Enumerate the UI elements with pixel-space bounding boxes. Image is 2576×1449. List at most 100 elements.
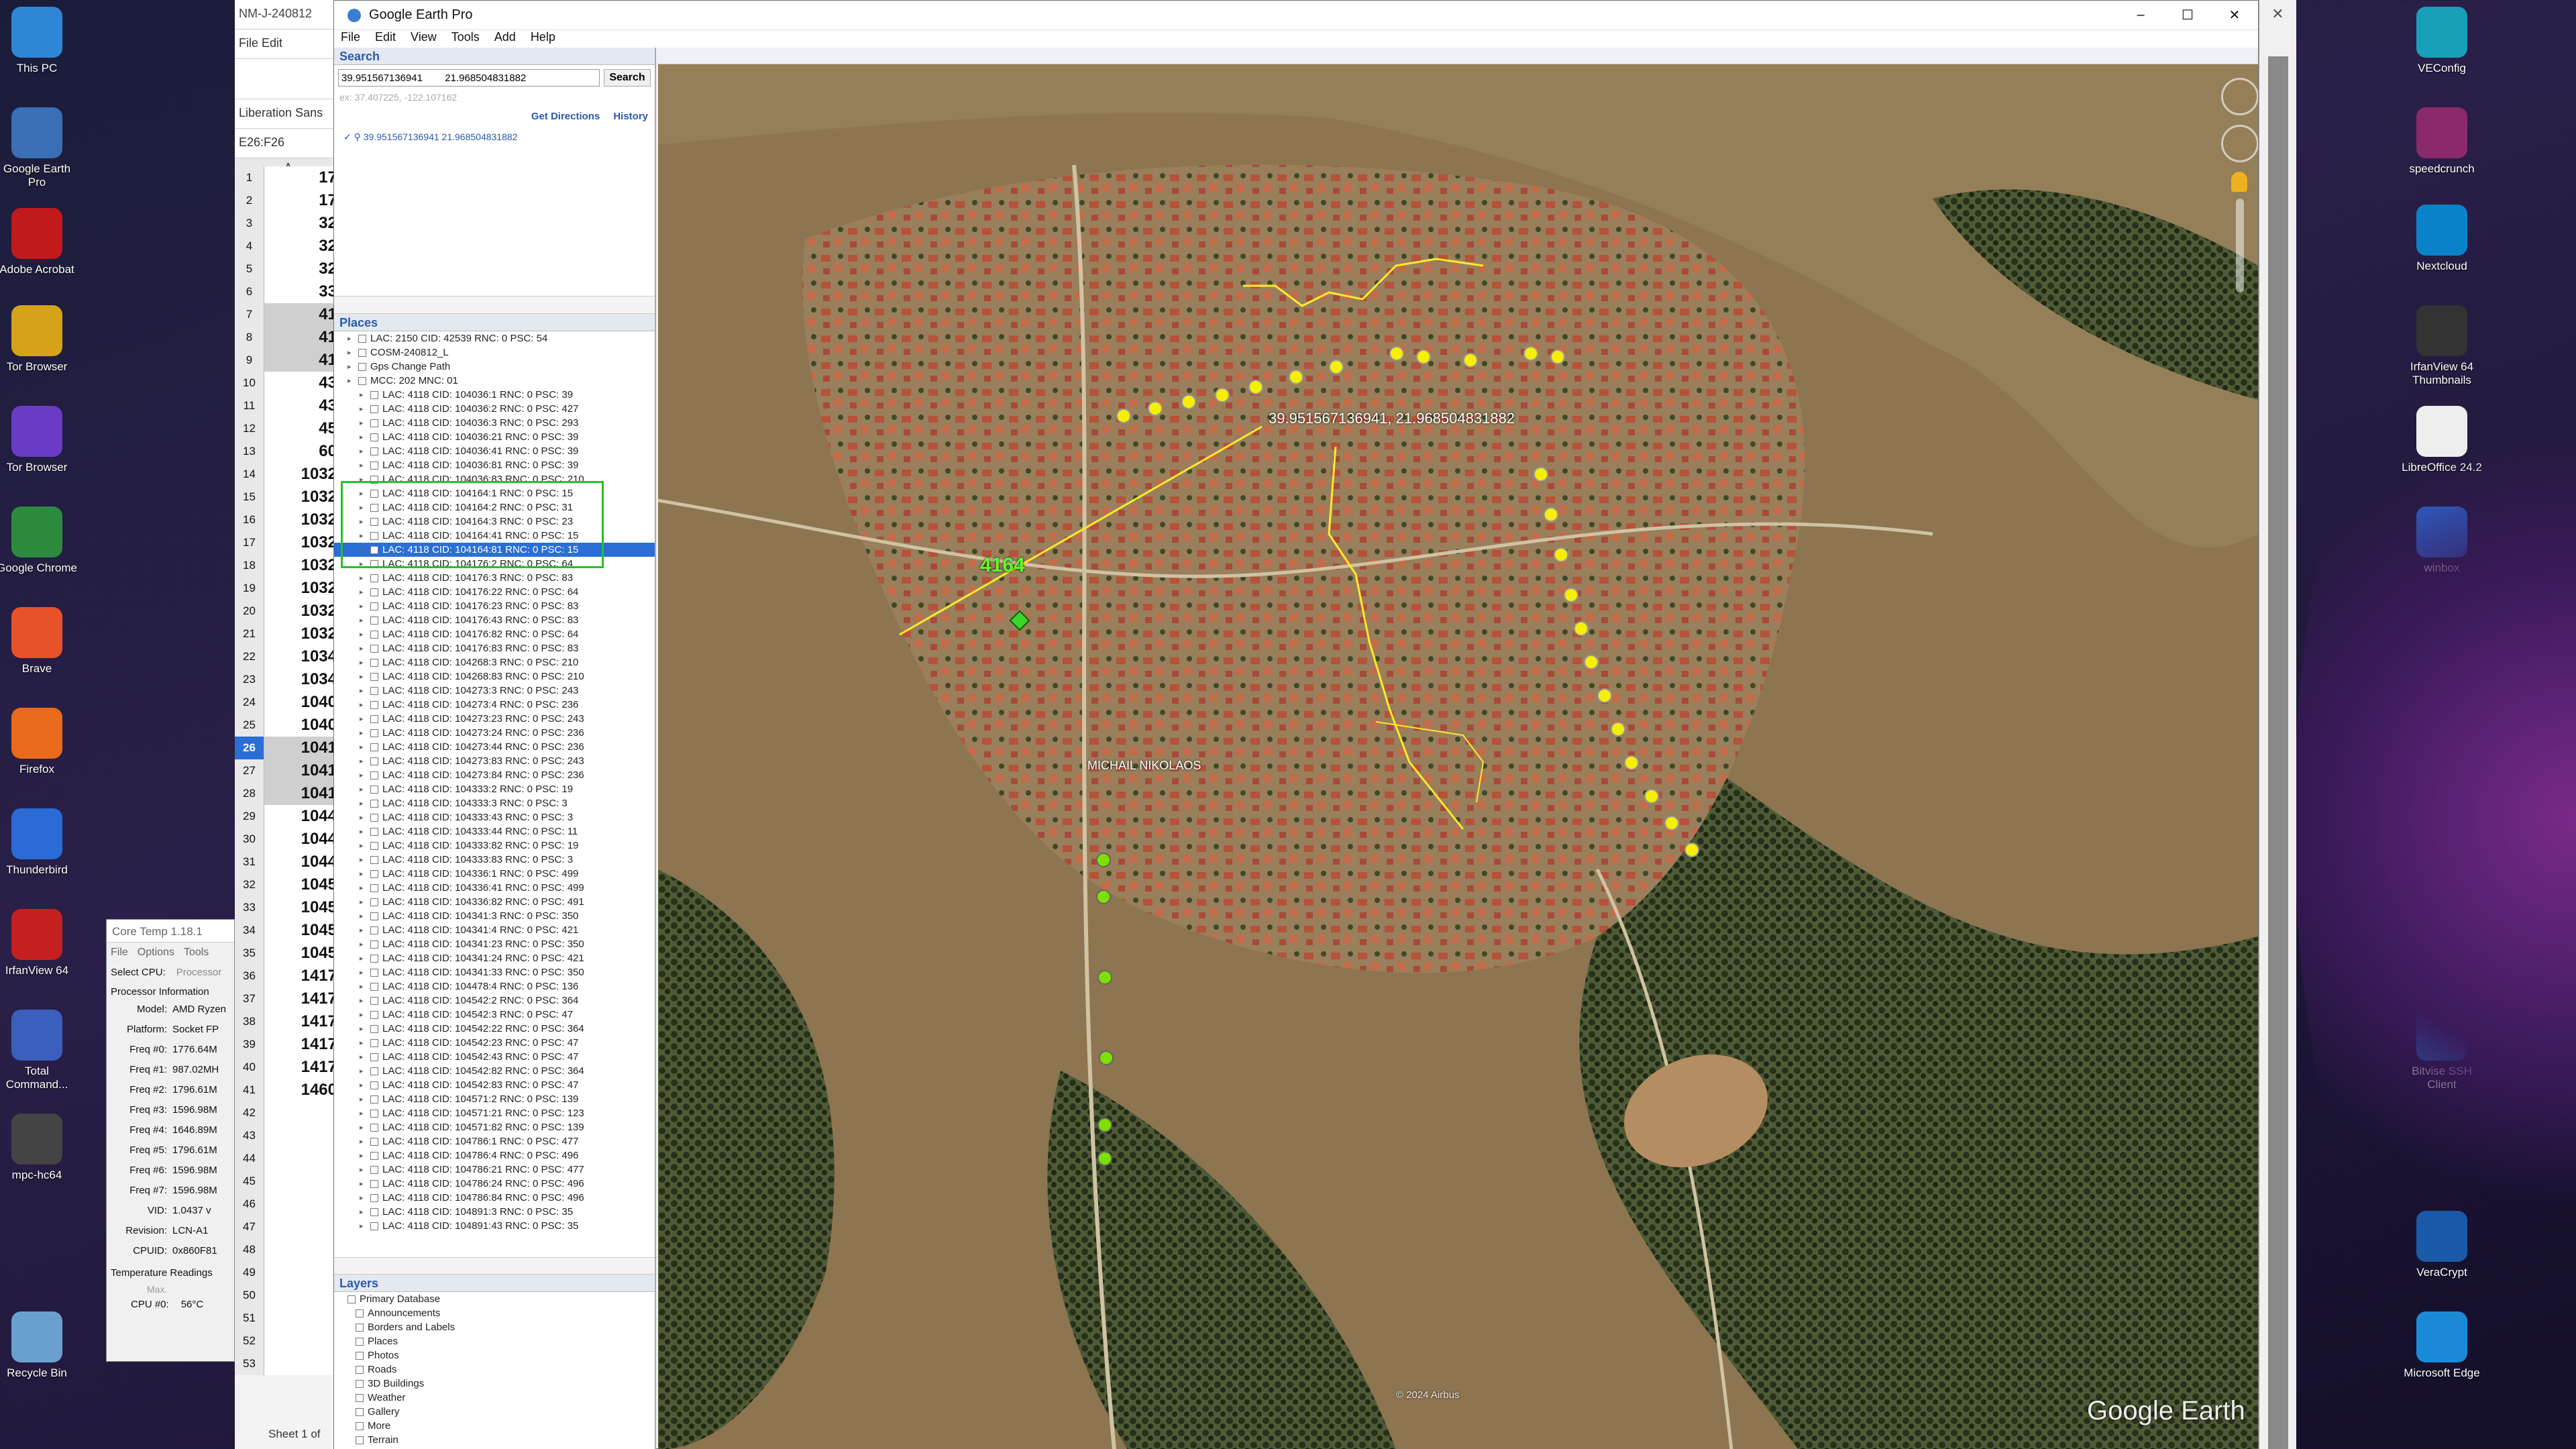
row-header[interactable]: 37: [235, 987, 264, 1010]
row-header[interactable]: 4: [235, 235, 264, 258]
desktop-icon[interactable]: Google Earth Pro: [0, 107, 80, 189]
expand-arrow-icon[interactable]: ▸: [360, 813, 366, 822]
expand-arrow-icon[interactable]: ▸: [360, 785, 366, 794]
layer-item[interactable]: Terrain: [334, 1433, 655, 1447]
places-item[interactable]: ▸ LAC: 4118 CID: 104036:21 RNC: 0 PSC: 39: [334, 430, 655, 444]
place-checkbox[interactable]: [370, 1222, 378, 1230]
layer-checkbox[interactable]: [356, 1351, 364, 1360]
desktop-icon[interactable]: Thunderbird: [0, 808, 80, 877]
cell-a[interactable]: 1034: [264, 668, 341, 691]
expand-arrow-icon[interactable]: ▸: [360, 588, 366, 596]
expand-arrow-icon[interactable]: ▸: [347, 376, 354, 385]
places-item[interactable]: ▸ LAC: 4118 CID: 104542:22 RNC: 0 PSC: 36…: [334, 1022, 655, 1036]
maximize-icon[interactable]: ☐: [2164, 7, 2211, 23]
expand-arrow-icon[interactable]: ▸: [360, 1024, 366, 1033]
cell-a[interactable]: [264, 1193, 341, 1216]
place-checkbox[interactable]: [370, 433, 378, 441]
row-header[interactable]: 38: [235, 1010, 264, 1033]
places-item[interactable]: ▸ LAC: 4118 CID: 104333:44 RNC: 0 PSC: 11: [334, 824, 655, 839]
places-item[interactable]: ▸ LAC: 4118 CID: 104164:2 RNC: 0 PSC: 31: [334, 500, 655, 515]
expand-arrow-icon[interactable]: ▸: [360, 1081, 366, 1089]
place-checkbox[interactable]: [370, 419, 378, 427]
cell-a[interactable]: 1032: [264, 600, 341, 623]
place-checkbox[interactable]: [370, 1081, 378, 1089]
row-header[interactable]: 25: [235, 714, 264, 737]
cell-a[interactable]: 1032: [264, 463, 341, 486]
desktop-icon[interactable]: Nextcloud: [2398, 205, 2485, 273]
expand-arrow-icon[interactable]: ▸: [360, 489, 366, 498]
layer-item[interactable]: Announcements: [334, 1306, 655, 1320]
place-checkbox[interactable]: [370, 982, 378, 991]
row-header[interactable]: 33: [235, 896, 264, 919]
row-header[interactable]: 50: [235, 1284, 264, 1307]
layer-checkbox[interactable]: [356, 1421, 364, 1430]
expand-arrow-icon[interactable]: ▸: [360, 503, 366, 512]
places-item[interactable]: ▸ LAC: 4118 CID: 104542:23 RNC: 0 PSC: 47: [334, 1036, 655, 1050]
row-header[interactable]: 9: [235, 349, 264, 372]
places-item[interactable]: ▸ LAC: 4118 CID: 104164:81 RNC: 0 PSC: 15: [334, 543, 655, 557]
cell-a[interactable]: 41: [264, 349, 341, 372]
row-header[interactable]: 19: [235, 577, 264, 600]
places-item[interactable]: ▸ LAC: 4118 CID: 104176:2 RNC: 0 PSC: 64: [334, 557, 655, 571]
cell-a[interactable]: 1032: [264, 623, 341, 645]
place-checkbox[interactable]: [370, 729, 378, 737]
row-header[interactable]: 24: [235, 691, 264, 714]
map-toolbar[interactable]: [658, 48, 2258, 64]
places-item[interactable]: ▸ LAC: 4118 CID: 104571:21 RNC: 0 PSC: 12…: [334, 1106, 655, 1120]
layer-item[interactable]: Places: [334, 1334, 655, 1348]
cell-a[interactable]: 33: [264, 280, 341, 303]
cell-a[interactable]: [264, 1216, 341, 1238]
places-item[interactable]: ▸ LAC: 4118 CID: 104176:23 RNC: 0 PSC: 83: [334, 599, 655, 613]
row-header[interactable]: 35: [235, 942, 264, 965]
row-header[interactable]: 47: [235, 1216, 264, 1238]
expand-arrow-icon[interactable]: ▸: [360, 419, 366, 427]
expand-arrow-icon[interactable]: ▸: [360, 447, 366, 455]
places-item[interactable]: ▸ LAC: 4118 CID: 104036:41 RNC: 0 PSC: 39: [334, 444, 655, 458]
layer-item[interactable]: Borders and Labels: [334, 1320, 655, 1334]
place-checkbox[interactable]: [370, 658, 378, 667]
track-point[interactable]: [1463, 353, 1478, 368]
row-header[interactable]: 6: [235, 280, 264, 303]
coretemp-menu-file[interactable]: File: [111, 947, 128, 959]
expand-arrow-icon[interactable]: ▸: [360, 898, 366, 906]
cell-a[interactable]: 1041: [264, 759, 341, 782]
zoom-slider[interactable]: [2236, 199, 2244, 292]
row-header[interactable]: 12: [235, 417, 264, 440]
place-checkbox[interactable]: [358, 348, 366, 357]
layer-checkbox[interactable]: [356, 1436, 364, 1444]
places-item[interactable]: ▸ LAC: 4118 CID: 104571:2 RNC: 0 PSC: 139: [334, 1092, 655, 1106]
cell-a[interactable]: 41: [264, 326, 341, 349]
row-header[interactable]: 39: [235, 1033, 264, 1056]
expand-arrow-icon[interactable]: ▸: [360, 883, 366, 892]
expand-arrow-icon[interactable]: ▸: [360, 996, 366, 1005]
calc-menu-edit[interactable]: Edit: [262, 36, 282, 50]
places-item[interactable]: ▸ MCC: 202 MNC: 01: [334, 374, 655, 388]
layer-item[interactable]: Weather: [334, 1391, 655, 1405]
place-checkbox[interactable]: [370, 1038, 378, 1047]
places-item[interactable]: ▸ LAC: 4118 CID: 104891:43 RNC: 0 PSC: 35: [334, 1219, 655, 1233]
row-header[interactable]: 7: [235, 303, 264, 326]
place-checkbox[interactable]: [370, 616, 378, 625]
places-item[interactable]: ▸ LAC: 4118 CID: 104336:41 RNC: 0 PSC: 49…: [334, 881, 655, 895]
place-checkbox[interactable]: [370, 912, 378, 920]
row-header[interactable]: 14: [235, 463, 264, 486]
track-point[interactable]: [1574, 621, 1589, 636]
layer-item[interactable]: Roads: [334, 1362, 655, 1377]
expand-arrow-icon[interactable]: ▸: [360, 1137, 366, 1146]
track-point[interactable]: [1389, 346, 1404, 361]
places-item[interactable]: ▸ LAC: 4118 CID: 104273:24 RNC: 0 PSC: 23…: [334, 726, 655, 740]
places-item[interactable]: ▸ LAC: 4118 CID: 104176:22 RNC: 0 PSC: 64: [334, 585, 655, 599]
track-point[interactable]: [1584, 655, 1599, 669]
cell-a[interactable]: 1044: [264, 851, 341, 873]
row-header[interactable]: 44: [235, 1147, 264, 1170]
expand-arrow-icon[interactable]: ▸: [360, 954, 366, 963]
place-checkbox[interactable]: [370, 700, 378, 709]
place-checkbox[interactable]: [370, 883, 378, 892]
desktop-icon[interactable]: mpc-hc64: [0, 1114, 80, 1182]
row-header[interactable]: 45: [235, 1170, 264, 1193]
places-item[interactable]: ▸ LAC: 4118 CID: 104273:4 RNC: 0 PSC: 236: [334, 698, 655, 712]
coretemp-menu-tools[interactable]: Tools: [184, 947, 209, 959]
places-item[interactable]: ▸ LAC: 4118 CID: 104542:82 RNC: 0 PSC: 36…: [334, 1064, 655, 1078]
expand-arrow-icon[interactable]: ▸: [360, 1053, 366, 1061]
place-checkbox[interactable]: [370, 940, 378, 949]
